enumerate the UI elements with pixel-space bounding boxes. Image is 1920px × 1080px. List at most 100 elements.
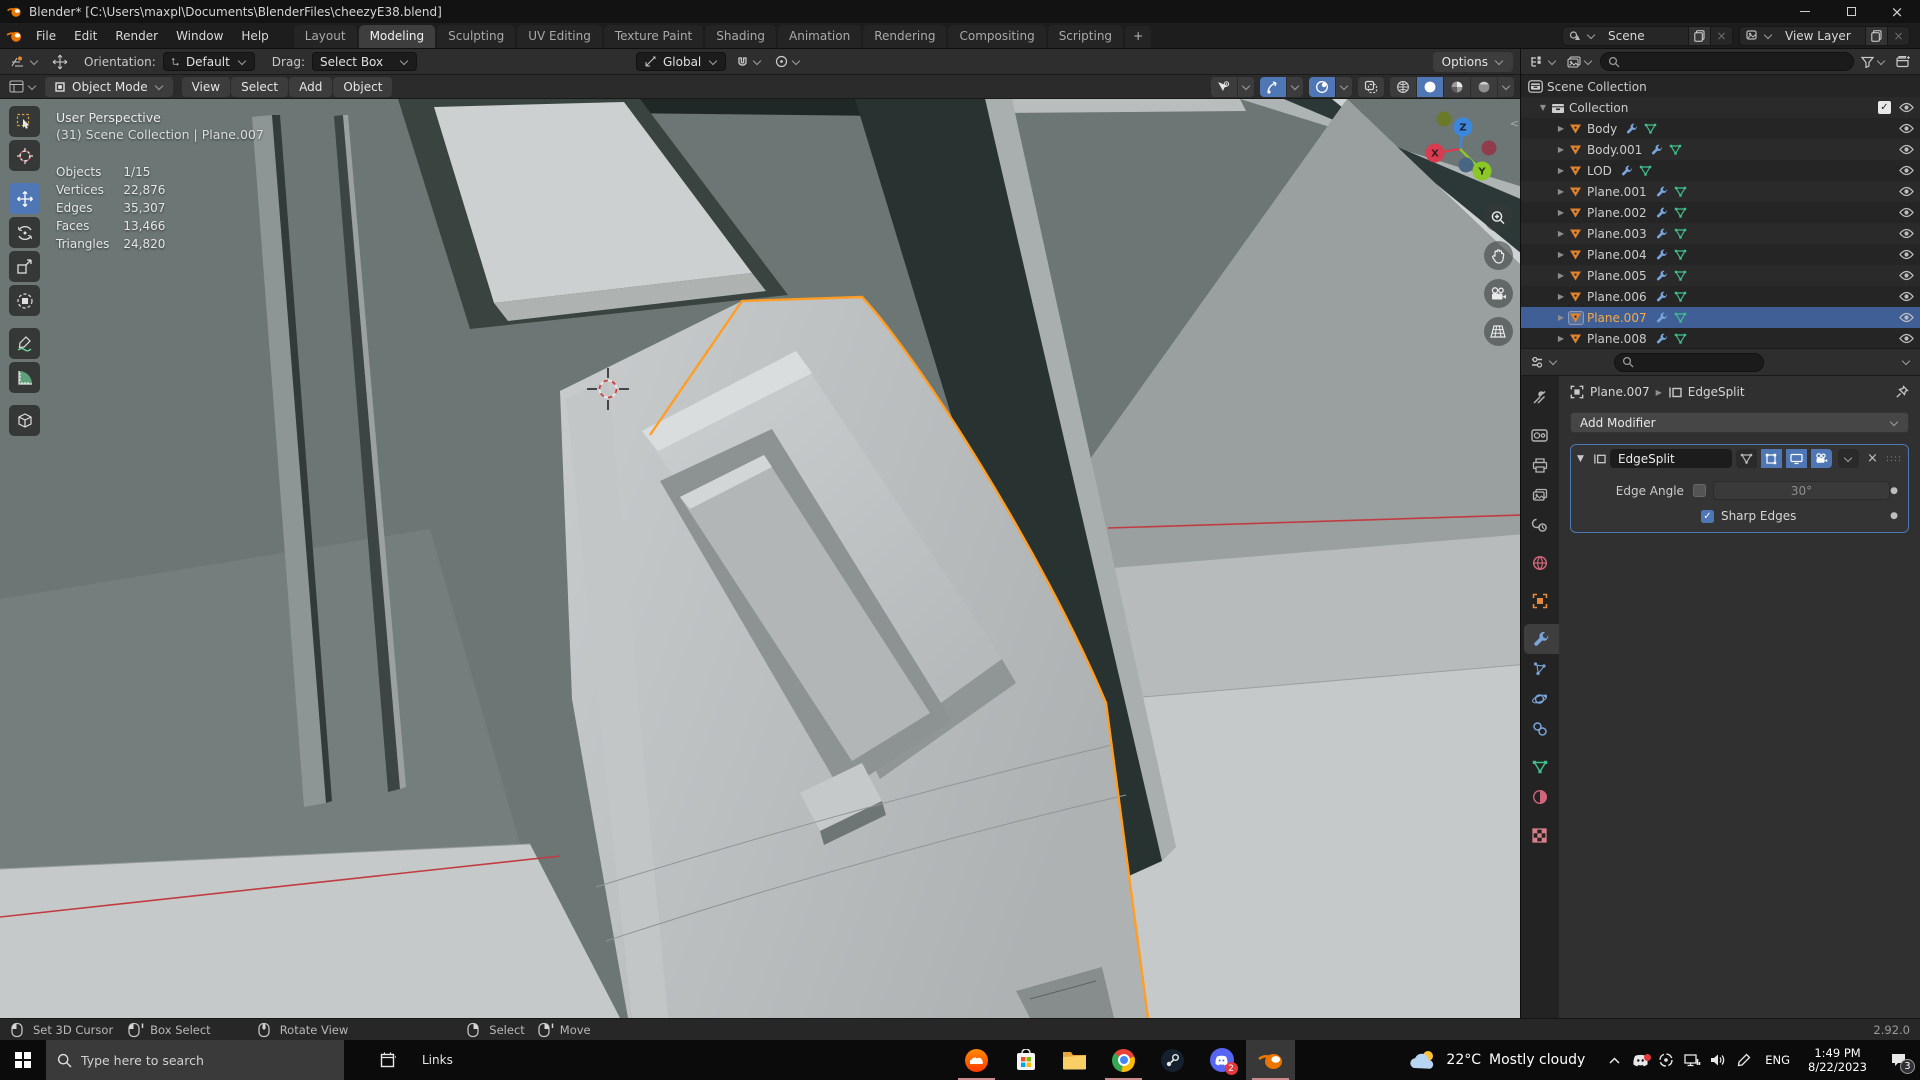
new-view-layer-button[interactable] (1865, 27, 1887, 45)
shading-rendered-button[interactable] (1471, 77, 1497, 97)
expand-arrow-icon[interactable]: ▶ (1555, 334, 1567, 343)
new-scene-button[interactable] (1688, 27, 1710, 45)
hide-eye-icon[interactable] (1899, 207, 1914, 218)
expand-arrow-icon[interactable]: ▶ (1555, 313, 1567, 322)
taskbar-app-chrome[interactable] (1099, 1040, 1148, 1080)
clock[interactable]: 1:49 PM 8/22/2023 (1800, 1046, 1875, 1074)
collection-checkbox[interactable]: ✓ (1878, 101, 1891, 114)
tab-physics[interactable] (1521, 684, 1559, 714)
links-toolbar[interactable]: Links (409, 1040, 466, 1080)
weather-widget[interactable]: 22°C Mostly cloudy (1410, 1049, 1599, 1071)
sharp-edges-animate-dot[interactable]: ● (1890, 511, 1898, 521)
scale-tool[interactable] (9, 251, 40, 282)
breadcrumb-object[interactable]: Plane.007 (1590, 385, 1650, 399)
properties-options-dropdown[interactable] (1898, 356, 1914, 368)
modifier-realtime-toggle[interactable] (1786, 449, 1807, 468)
object-visibility-icon[interactable] (1211, 77, 1237, 97)
outliner-item-plane-004[interactable]: ▶ Plane.004 (1521, 244, 1920, 265)
visibility-dropdown[interactable] (1238, 77, 1254, 97)
tab-object-data[interactable] (1521, 752, 1559, 782)
volume-icon[interactable] (1707, 1053, 1729, 1067)
cursor-tool[interactable] (9, 140, 40, 171)
zoom-icon[interactable] (1484, 203, 1513, 232)
expand-arrow-icon[interactable]: ▶ (1555, 208, 1567, 217)
tab-modifiers[interactable] (1524, 624, 1559, 654)
select-box-tool[interactable] (9, 106, 40, 137)
hide-eye-icon[interactable] (1899, 144, 1914, 155)
outliner-item-body-001[interactable]: ▶ Body.001 (1521, 139, 1920, 160)
taskbar-app-explorer[interactable] (1050, 1040, 1099, 1080)
modifier-delete-icon[interactable]: × (1863, 451, 1882, 466)
properties-editor-type-dropdown[interactable] (1527, 354, 1561, 371)
taskbar-app-store[interactable] (1001, 1040, 1050, 1080)
close-button[interactable]: × (1874, 0, 1920, 23)
scene-selector[interactable]: Scene × (1562, 26, 1733, 46)
breadcrumb-modifier[interactable]: EdgeSplit (1688, 385, 1745, 399)
taskbar-search[interactable] (46, 1040, 344, 1080)
modifier-edit-mode-toggle[interactable] (1761, 449, 1782, 468)
shading-dropdown[interactable] (1498, 77, 1514, 97)
taskbar-app-discord[interactable]: 2 (1197, 1040, 1246, 1080)
annotate-tool[interactable] (9, 328, 40, 359)
search-input[interactable] (81, 1053, 311, 1068)
hide-eye-icon[interactable] (1899, 165, 1914, 176)
add-workspace-button[interactable]: + (1125, 26, 1151, 48)
sharp-edges-checkbox[interactable]: ✓ (1701, 510, 1714, 523)
workspace-tab-animation[interactable]: Animation (778, 25, 861, 48)
tab-render[interactable] (1521, 420, 1559, 450)
hide-eye-icon[interactable] (1899, 249, 1914, 260)
discord-tray-icon[interactable] (1629, 1054, 1651, 1067)
taskbar-app-blender[interactable] (1246, 1040, 1295, 1080)
transform-space-dropdown[interactable]: Global (636, 52, 726, 71)
show-overlays-toggle[interactable] (1309, 77, 1335, 97)
measure-tool[interactable] (9, 362, 40, 393)
drag-dropdown[interactable]: Select Box (312, 52, 417, 71)
camera-view-icon[interactable] (1484, 279, 1513, 308)
xray-toggle[interactable] (1358, 77, 1384, 97)
menu-edit[interactable]: Edit (65, 26, 106, 46)
hide-eye-icon[interactable] (1899, 102, 1914, 113)
hide-eye-icon[interactable] (1899, 123, 1914, 134)
pin-icon[interactable] (1895, 385, 1909, 399)
tab-view-layer[interactable] (1521, 480, 1559, 510)
show-gizmo-toggle[interactable] (1260, 77, 1286, 97)
outliner-item-plane-005[interactable]: ▶ Plane.005 (1521, 265, 1920, 286)
workspace-tab-layout[interactable]: Layout (294, 25, 357, 48)
workspace-tab-shading[interactable]: Shading (705, 25, 776, 48)
maximize-button[interactable] (1828, 0, 1874, 23)
move-tool-icon[interactable] (49, 52, 71, 72)
capture-tray-icon[interactable] (1655, 1052, 1677, 1068)
outliner-item-lod[interactable]: ▶ LOD (1521, 160, 1920, 181)
add-modifier-button[interactable]: Add Modifier (1570, 412, 1909, 433)
remove-view-layer-button[interactable]: × (1887, 27, 1909, 45)
overlays-dropdown[interactable] (1336, 77, 1352, 97)
menu-render[interactable]: Render (106, 26, 167, 46)
taskbar-app-steam[interactable] (1148, 1040, 1197, 1080)
modifier-name-field[interactable]: EdgeSplit (1610, 449, 1732, 468)
viewport-menu-add[interactable]: Add (289, 77, 332, 97)
workspace-tab-sculpting[interactable]: Sculpting (437, 25, 515, 48)
network-icon[interactable] (1681, 1053, 1703, 1067)
options-dropdown[interactable]: Options (1433, 52, 1513, 72)
expand-arrow-icon[interactable]: ▶ (1555, 124, 1567, 133)
outliner-item-scene-collection[interactable]: Scene Collection (1521, 76, 1920, 97)
viewport-menu-view[interactable]: View (182, 77, 230, 97)
outliner-display-mode-dropdown[interactable] (1527, 53, 1560, 70)
hidden-icons-chevron[interactable] (1603, 1057, 1625, 1064)
mode-selector-dropdown[interactable]: Object Mode (45, 77, 173, 97)
hide-eye-icon[interactable] (1899, 312, 1914, 323)
outliner-filter-type-dropdown[interactable] (1564, 54, 1596, 70)
active-tool-icon-dropdown[interactable] (7, 53, 42, 71)
menu-window[interactable]: Window (167, 26, 232, 46)
expand-arrow-icon[interactable]: ▶ (1555, 187, 1567, 196)
action-center-button[interactable]: 3 (1879, 1040, 1917, 1080)
tab-constraints[interactable] (1521, 714, 1559, 744)
view-layer-selector[interactable]: View Layer × (1739, 26, 1910, 46)
expand-arrow-icon[interactable]: ▶ (1555, 292, 1567, 301)
pan-hand-icon[interactable] (1484, 241, 1513, 270)
rotate-tool[interactable] (9, 217, 40, 248)
add-cube-tool[interactable] (9, 405, 40, 436)
outliner-item-plane-008[interactable]: ▶ Plane.008 (1521, 328, 1920, 348)
tab-texture[interactable] (1521, 820, 1559, 850)
edge-angle-slider[interactable]: 30° (1713, 481, 1890, 500)
